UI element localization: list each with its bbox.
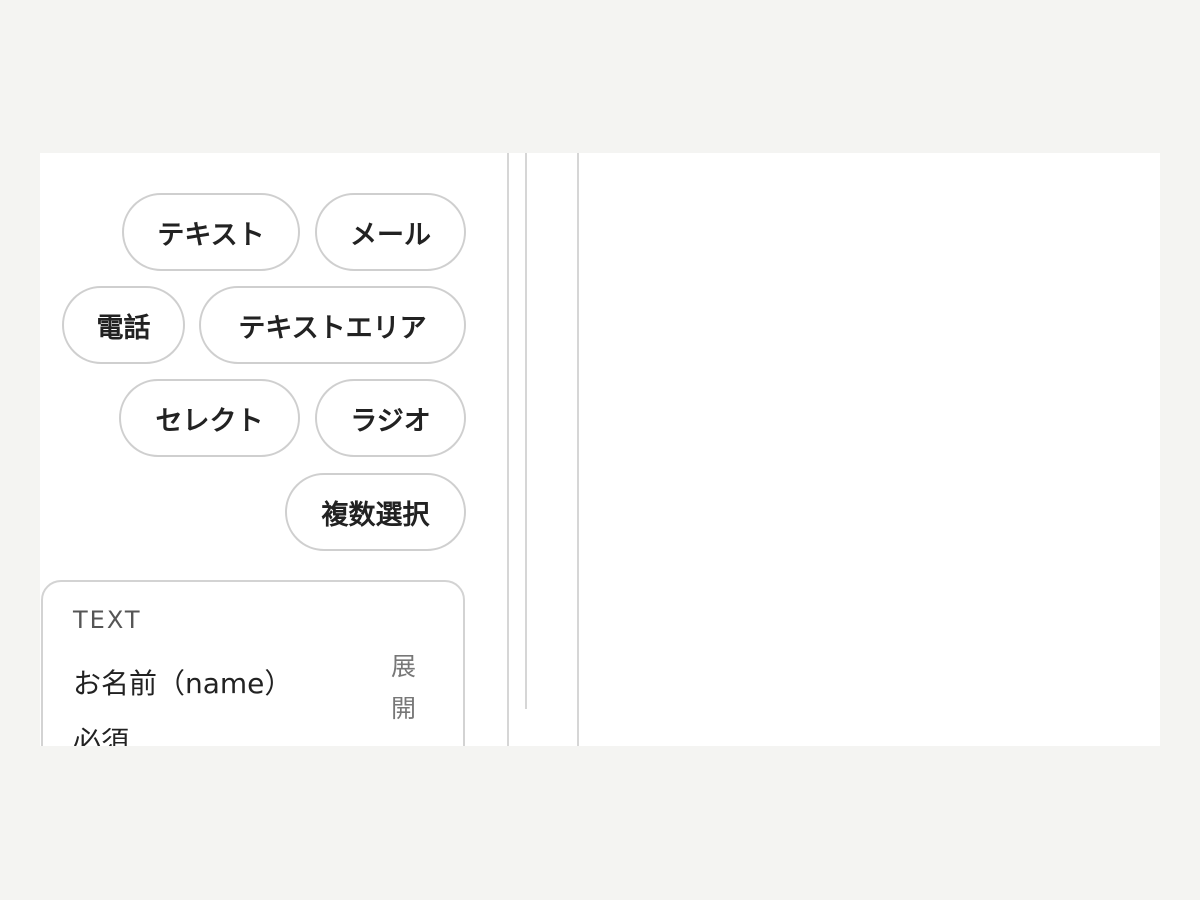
field-name: お名前（name） <box>73 667 293 700</box>
field-card[interactable]: TEXT お名前（name） 必須 展開 <box>41 580 465 746</box>
add-textarea-field-button[interactable]: テキストエリア <box>199 286 466 364</box>
scrollbar-track[interactable] <box>525 153 527 709</box>
form-builder-panel: テキスト メール 電話 テキストエリア セレクト ラジオ 複数選択 TEXT お… <box>40 153 1160 746</box>
required-badge: 必須 <box>73 725 130 746</box>
add-select-field-button[interactable]: セレクト <box>119 379 300 457</box>
column-divider <box>507 153 509 746</box>
add-text-field-button[interactable]: テキスト <box>122 193 300 271</box>
preview-area <box>579 153 1160 746</box>
field-type-label: TEXT <box>73 606 142 634</box>
add-checkbox-field-button[interactable]: 複数選択 <box>285 473 466 551</box>
add-radio-field-button[interactable]: ラジオ <box>315 379 466 457</box>
add-tel-field-button[interactable]: 電話 <box>62 286 185 364</box>
add-email-field-button[interactable]: メール <box>315 193 466 271</box>
expand-toggle[interactable]: 展開 <box>391 646 421 730</box>
